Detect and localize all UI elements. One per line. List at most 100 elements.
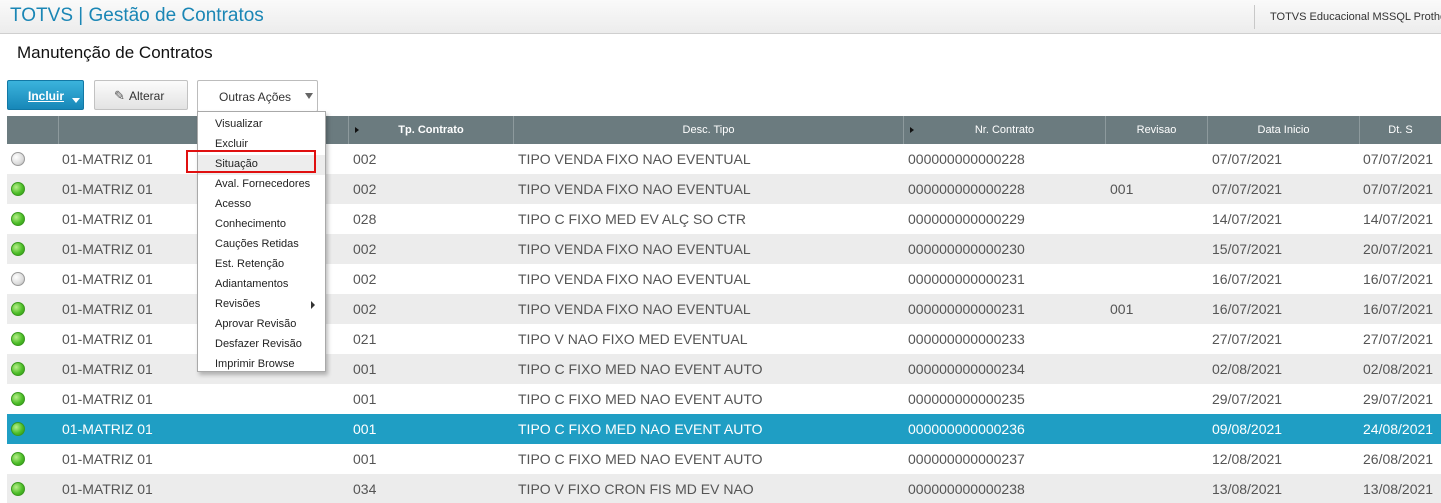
status-legend-icon[interactable] <box>11 482 25 496</box>
table-row[interactable]: 01-MATRIZ 01 034 TIPO V FIXO CRON FIS MD E… <box>7 474 1441 503</box>
menu-item-label: Est. Retenção <box>215 258 285 270</box>
cell-data-inicio: 14/07/2021 <box>1212 211 1283 227</box>
cell-filial: 01-MATRIZ 01 <box>62 151 153 167</box>
menu-item[interactable]: Revisões <box>198 295 325 315</box>
column-header-status[interactable] <box>7 116 59 144</box>
cell-dt-s: 14/07/2021 <box>1363 211 1434 227</box>
cell-data-inicio: 09/08/2021 <box>1212 421 1283 437</box>
status-legend-icon[interactable] <box>11 272 25 286</box>
column-header-dt-s[interactable]: Dt. S <box>1360 116 1441 144</box>
cell-data-inicio: 15/07/2021 <box>1212 241 1283 257</box>
top-header: TOTVS | Gestão de Contratos TOTVS Educac… <box>0 0 1441 34</box>
menu-item[interactable]: Est. Retenção <box>198 255 325 275</box>
status-legend-icon[interactable] <box>11 182 25 196</box>
cell-nr-contrato: 000000000000238 <box>908 481 1025 497</box>
cell-dt-s: 24/08/2021 <box>1363 421 1434 437</box>
cell-data-inicio: 13/08/2021 <box>1212 481 1283 497</box>
menu-item[interactable]: Visualizar <box>198 115 325 135</box>
cell-tp-contrato: 021 <box>353 331 377 347</box>
cell-data-inicio: 29/07/2021 <box>1212 391 1283 407</box>
menu-item-label: Imprimir Browse <box>215 358 295 370</box>
cell-tp-contrato: 002 <box>353 301 377 317</box>
menu-item-label: Aprovar Revisão <box>215 318 297 330</box>
header-divider <box>1254 5 1255 29</box>
cell-nr-contrato: 000000000000231 <box>908 301 1025 317</box>
menu-item-label: Revisões <box>215 298 261 310</box>
cell-filial: 01-MATRIZ 01 <box>62 331 153 347</box>
table-row[interactable]: 01-MATRIZ 01 001 TIPO C FIXO MED NAO EVENT… <box>7 414 1441 444</box>
cell-data-inicio: 16/07/2021 <box>1212 271 1283 287</box>
cell-dt-s: 16/07/2021 <box>1363 271 1434 287</box>
alterar-label: Alterar <box>129 89 165 103</box>
cell-desc-tipo: TIPO C FIXO MED NAO EVENT AUTO <box>518 451 763 467</box>
incluir-label: Incluir <box>28 89 65 103</box>
menu-item-label: Conhecimento <box>215 218 286 230</box>
cell-data-inicio: 07/07/2021 <box>1212 151 1283 167</box>
table-row[interactable]: 01-MATRIZ 01 001 TIPO C FIXO MED NAO EVENT… <box>7 384 1441 414</box>
cell-desc-tipo: TIPO VENDA FIXO NAO EVENTUAL <box>518 271 751 287</box>
cell-dt-s: 26/08/2021 <box>1363 451 1434 467</box>
cell-data-inicio: 16/07/2021 <box>1212 301 1283 317</box>
cell-desc-tipo: TIPO V FIXO CRON FIS MD EV NAO <box>518 481 754 497</box>
cell-desc-tipo: TIPO VENDA FIXO NAO EVENTUAL <box>518 241 751 257</box>
cell-nr-contrato: 000000000000235 <box>908 391 1025 407</box>
status-legend-icon[interactable] <box>11 212 25 226</box>
status-legend-icon[interactable] <box>11 452 25 466</box>
table-row[interactable]: 01-MATRIZ 01 001 TIPO C FIXO MED NAO EVENT… <box>7 444 1441 474</box>
cell-dt-s: 13/08/2021 <box>1363 481 1434 497</box>
status-legend-icon[interactable] <box>11 362 25 376</box>
chevron-down-icon[interactable] <box>72 98 80 103</box>
status-legend-icon[interactable] <box>11 152 25 166</box>
column-header-revisao[interactable]: Revisao <box>1106 116 1208 144</box>
column-label-nr-contrato: Nr. Contrato <box>974 124 1035 136</box>
status-legend-icon[interactable] <box>11 332 25 346</box>
menu-item[interactable]: Acesso <box>198 195 325 215</box>
cell-filial: 01-MATRIZ 01 <box>62 271 153 287</box>
cell-filial: 01-MATRIZ 01 <box>62 451 153 467</box>
cell-filial: 01-MATRIZ 01 <box>62 301 153 317</box>
menu-item[interactable]: Aprovar Revisão <box>198 315 325 335</box>
status-legend-icon[interactable] <box>11 422 25 436</box>
column-header-tp-contrato[interactable]: Tp. Contrato <box>349 116 514 144</box>
menu-item[interactable]: Conhecimento <box>198 215 325 235</box>
menu-item[interactable]: Imprimir Browse <box>198 355 325 375</box>
menu-item[interactable]: Cauções Retidas <box>198 235 325 255</box>
cell-dt-s: 07/07/2021 <box>1363 151 1434 167</box>
column-header-desc-tipo[interactable]: Desc. Tipo <box>514 116 904 144</box>
cell-dt-s: 27/07/2021 <box>1363 331 1434 347</box>
cell-filial: 01-MATRIZ 01 <box>62 361 153 377</box>
column-header-data-inicio[interactable]: Data Inicio <box>1208 116 1360 144</box>
cell-desc-tipo: TIPO VENDA FIXO NAO EVENTUAL <box>518 181 751 197</box>
cell-dt-s: 07/07/2021 <box>1363 181 1434 197</box>
cell-desc-tipo: TIPO VENDA FIXO NAO EVENTUAL <box>518 301 751 317</box>
cell-tp-contrato: 001 <box>353 451 377 467</box>
cell-revisao: 001 <box>1110 301 1134 317</box>
menu-item-label: Visualizar <box>215 118 263 130</box>
cell-desc-tipo: TIPO V NAO FIXO MED EVENTUAL <box>518 331 748 347</box>
cell-desc-tipo: TIPO VENDA FIXO NAO EVENTUAL <box>518 151 751 167</box>
status-legend-icon[interactable] <box>11 242 25 256</box>
cell-tp-contrato: 001 <box>353 391 377 407</box>
outras-acoes-button[interactable]: Outras Ações <box>197 80 318 112</box>
menu-item[interactable]: Desfazer Revisão <box>198 335 325 355</box>
cell-data-inicio: 27/07/2021 <box>1212 331 1283 347</box>
cell-nr-contrato: 000000000000233 <box>908 331 1025 347</box>
menu-item[interactable]: Aval. Fornecedores <box>198 175 325 195</box>
cell-tp-contrato: 002 <box>353 241 377 257</box>
cell-tp-contrato: 028 <box>353 211 377 227</box>
alterar-button[interactable]: ✎ Alterar <box>94 80 188 110</box>
menu-item[interactable]: Adiantamentos <box>198 275 325 295</box>
environment-label: TOTVS Educacional MSSQL Prother <box>1270 11 1441 23</box>
chevron-down-icon <box>305 93 313 99</box>
cell-nr-contrato: 000000000000228 <box>908 151 1025 167</box>
incluir-button[interactable]: Incluir <box>7 80 84 110</box>
outras-acoes-label: Outras Ações <box>219 90 292 104</box>
page-title: Manutenção de Contratos <box>17 43 213 62</box>
status-legend-icon[interactable] <box>11 392 25 406</box>
cell-filial: 01-MATRIZ 01 <box>62 241 153 257</box>
menu-item-label: Cauções Retidas <box>215 238 299 250</box>
cell-filial: 01-MATRIZ 01 <box>62 181 153 197</box>
column-label-tp-contrato: Tp. Contrato <box>398 124 464 136</box>
status-legend-icon[interactable] <box>11 302 25 316</box>
column-header-nr-contrato[interactable]: Nr. Contrato <box>904 116 1106 144</box>
